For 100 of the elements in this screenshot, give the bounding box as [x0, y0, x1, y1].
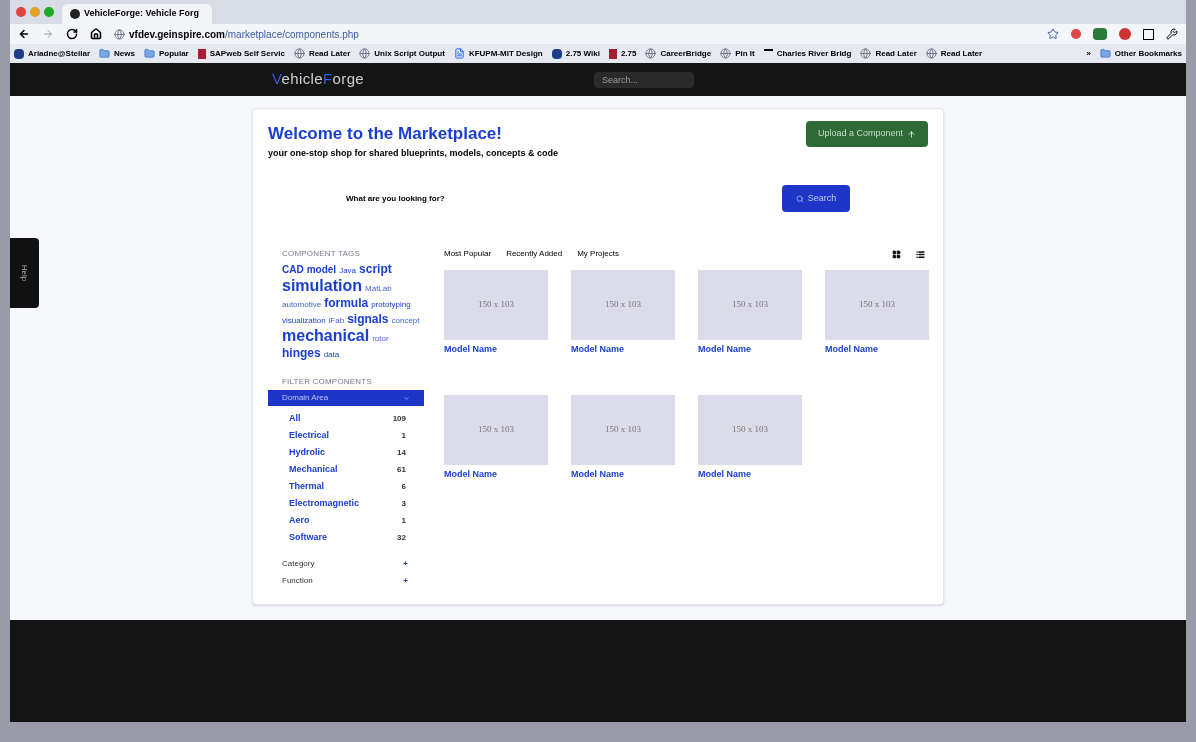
- filter-section[interactable]: Function: [282, 575, 313, 587]
- image-placeholder[interactable]: 150 x 103: [444, 395, 548, 465]
- sort-tab[interactable]: My Projects: [577, 248, 619, 260]
- expand-button[interactable]: +: [403, 558, 408, 570]
- tag-link[interactable]: simulation: [282, 278, 362, 293]
- extension-icon[interactable]: [1143, 28, 1154, 40]
- globe-icon: [925, 48, 937, 59]
- model-name-link[interactable]: Model Name: [698, 468, 801, 482]
- folder-icon: [1099, 48, 1111, 59]
- bookmark-item[interactable]: News: [99, 47, 135, 60]
- bookmark-item[interactable]: Pin It: [720, 47, 755, 60]
- domain-dropdown[interactable]: Domain Area: [268, 390, 424, 406]
- globe-icon: [293, 48, 305, 59]
- tag-link[interactable]: Java: [339, 263, 357, 278]
- globe-icon: [645, 48, 657, 59]
- sort-tab[interactable]: Recently Added: [506, 248, 563, 260]
- model-name-link[interactable]: Model Name: [825, 343, 928, 357]
- search-field[interactable]: Search...: [594, 71, 695, 88]
- image-placeholder[interactable]: 150 x 103: [571, 395, 675, 465]
- back-icon[interactable]: [18, 28, 30, 40]
- section-heading: FILTER COMPONENTS: [282, 376, 373, 388]
- tag-link[interactable]: automotive: [282, 297, 322, 312]
- logo[interactable]: VehicleForge: [272, 68, 365, 91]
- grid-view-icon[interactable]: [892, 249, 901, 259]
- settings-icon[interactable]: [1166, 28, 1178, 40]
- globe-icon: [359, 48, 371, 59]
- image-placeholder[interactable]: 150 x 103: [698, 395, 802, 465]
- bookmark-item[interactable]: Charles River Bridg: [763, 47, 852, 60]
- model-name-link[interactable]: Model Name: [571, 343, 674, 357]
- bookmark-item[interactable]: CareerBridge: [645, 47, 712, 60]
- tag-link[interactable]: concept: [391, 313, 420, 328]
- globe-icon: [114, 28, 125, 40]
- bars-icon: [197, 48, 206, 59]
- domain-item[interactable]: Hydrolic 14: [289, 446, 406, 459]
- bookmark-item[interactable]: Read Later: [925, 47, 983, 60]
- bookmark-item[interactable]: 2.75 Wiki: [551, 47, 600, 60]
- sort-tab[interactable]: Most Popular: [444, 248, 492, 260]
- bookmark-item[interactable]: Read Later: [293, 47, 351, 60]
- site-icon: [551, 48, 562, 59]
- domain-item[interactable]: Software 32: [289, 531, 406, 544]
- home-icon[interactable]: [90, 28, 102, 40]
- search-icon: [795, 194, 804, 203]
- page-subtitle: your one-stop shop for shared blueprints, models, concepts & code: [268, 146, 559, 160]
- tag-link[interactable]: iFab: [328, 313, 345, 328]
- bookmark-item[interactable]: Read Later: [860, 47, 917, 60]
- tag-link[interactable]: hinges: [282, 346, 321, 361]
- star-icon[interactable]: [1047, 28, 1059, 40]
- tag-link[interactable]: script: [359, 262, 392, 277]
- tag-link[interactable]: MatLab: [365, 281, 392, 296]
- model-name-link[interactable]: Model Name: [698, 343, 801, 357]
- bookmark-item[interactable]: 2.75: [608, 47, 637, 60]
- tag-link[interactable]: visualization: [282, 313, 326, 328]
- bookmark-item[interactable]: Popular: [143, 47, 189, 60]
- more-bookmarks-button[interactable]: »: [1086, 47, 1091, 60]
- tag-link[interactable]: mechanical: [282, 328, 370, 343]
- bookmark-item[interactable]: Other Bookmarks: [1099, 47, 1182, 60]
- domain-item[interactable]: Electrical 1: [289, 429, 406, 442]
- domain-item[interactable]: Electromagnetic 3: [289, 497, 406, 510]
- site-icon: [70, 9, 80, 19]
- bars-icon: [608, 48, 617, 59]
- list-view-icon[interactable]: [916, 249, 925, 259]
- domain-item[interactable]: All 109: [289, 412, 406, 425]
- section-heading: COMPONENT TAGS: [282, 248, 361, 260]
- expand-button[interactable]: +: [403, 575, 408, 587]
- domain-item[interactable]: Aero 1: [289, 514, 406, 527]
- folder-icon: [143, 48, 155, 59]
- site-icon: [14, 48, 24, 59]
- upload-button[interactable]: Upload a Component: [805, 121, 928, 147]
- globe-icon: [720, 48, 732, 59]
- arrow-up-icon: [907, 129, 916, 139]
- page-title: Welcome to the Marketplace!: [268, 123, 503, 145]
- help-tab[interactable]: Help: [10, 238, 39, 308]
- tag-link[interactable]: rotor: [372, 331, 389, 346]
- filter-section[interactable]: Category: [282, 558, 315, 570]
- tag-link[interactable]: CAD: [282, 262, 304, 277]
- image-placeholder[interactable]: 150 x 103: [444, 270, 548, 340]
- model-name-link[interactable]: Model Name: [444, 468, 547, 482]
- domain-item[interactable]: Thermal 6: [289, 480, 406, 493]
- domain-item[interactable]: Mechanical 61: [289, 463, 406, 476]
- model-name-link[interactable]: Model Name: [444, 343, 547, 357]
- caret-icon: [403, 394, 410, 402]
- document-icon: [453, 48, 465, 59]
- tag-link[interactable]: signals: [347, 312, 389, 327]
- bookmark-item[interactable]: Unix Script Output: [359, 47, 445, 60]
- tag-link[interactable]: prototyping: [371, 297, 411, 312]
- browser-tab[interactable]: VehicleForge: Vehicle Forg: [62, 4, 212, 24]
- folder-icon: [99, 48, 111, 59]
- bookmark-item[interactable]: Ariadne@Stellar: [14, 47, 91, 60]
- image-placeholder[interactable]: 150 x 103: [698, 270, 802, 340]
- bookmark-item[interactable]: SAPweb Self Servic: [197, 47, 285, 60]
- search-label: What are you looking for?: [346, 192, 445, 205]
- tag-link[interactable]: formula: [324, 296, 369, 311]
- bookmark-item[interactable]: KFUPM-MIT Design: [453, 47, 543, 60]
- tag-link[interactable]: model: [306, 262, 337, 277]
- model-name-link[interactable]: Model Name: [571, 468, 674, 482]
- image-placeholder[interactable]: 150 x 103: [825, 270, 929, 340]
- image-placeholder[interactable]: 150 x 103: [571, 270, 675, 340]
- search-button[interactable]: Search: [782, 185, 850, 212]
- tag-link[interactable]: data: [323, 347, 340, 362]
- reload-icon[interactable]: [66, 28, 78, 40]
